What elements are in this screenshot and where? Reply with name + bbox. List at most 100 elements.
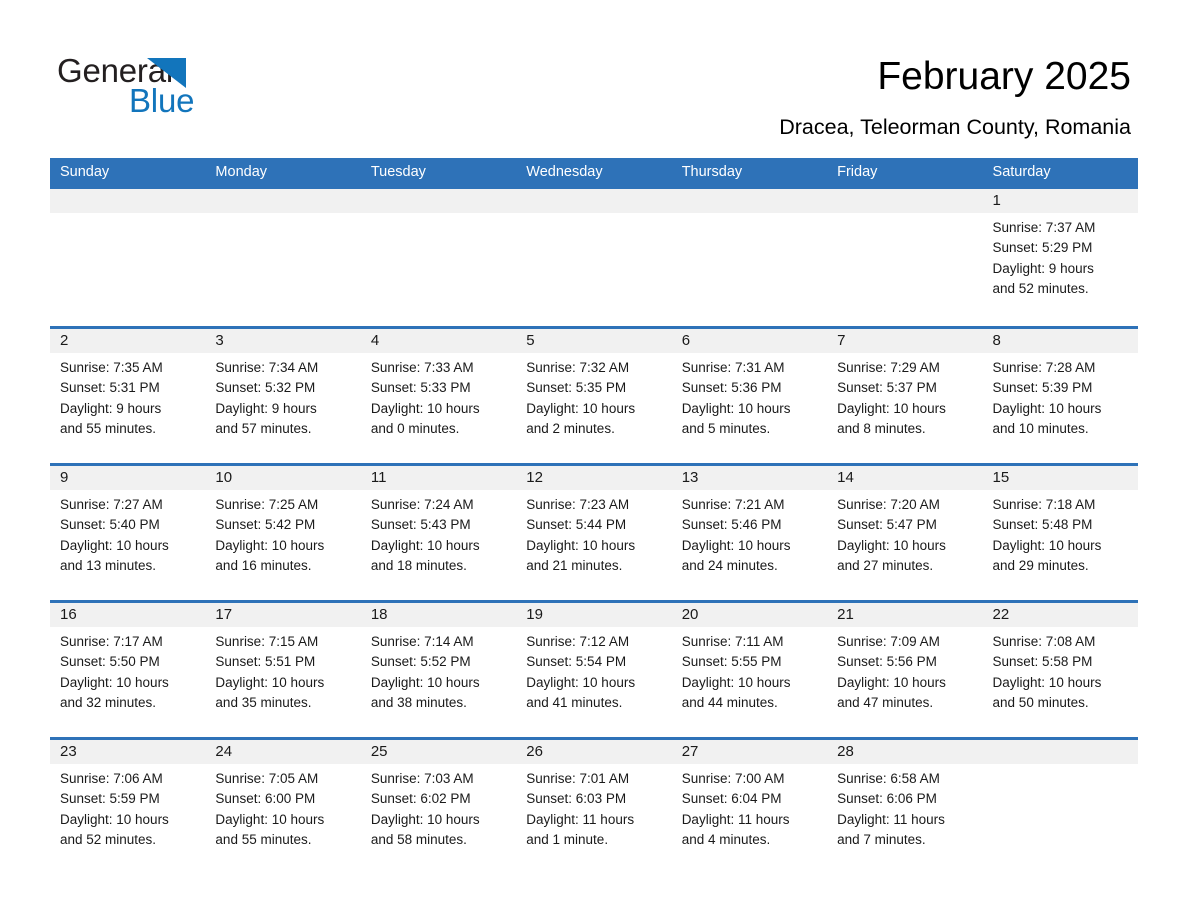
day-cell[interactable]: 8 Sunrise: 7:28 AM Sunset: 5:39 PM Dayli… [982,329,1138,463]
sunrise-text: Sunrise: 7:15 AM [215,634,319,649]
day-number-band: 24 [205,740,361,764]
day-cell[interactable]: 10 Sunrise: 7:25 AM Sunset: 5:42 PM Dayl… [205,466,361,600]
calendar-page: General Blue February 2025 Dracea, Teleo… [0,0,1188,918]
page-header: General Blue February 2025 Dracea, Teleo… [0,0,1188,158]
weekday-header-thursday: Thursday [681,164,743,180]
calendar-week-row: 1 Sunrise: 7:37 AM Sunset: 5:29 PM Dayli… [50,186,1138,326]
weekday-header-row: Sunday Monday Tuesday Wednesday Thursday… [50,158,1138,186]
day-cell[interactable]: 12 Sunrise: 7:23 AM Sunset: 5:44 PM Dayl… [516,466,672,600]
sunrise-text: Sunrise: 7:08 AM [992,634,1096,649]
day-cell[interactable]: 22 Sunrise: 7:08 AM Sunset: 5:58 PM Dayl… [982,603,1138,737]
weekday-header-wednesday: Wednesday [526,164,603,180]
day-cell[interactable]: 14 Sunrise: 7:20 AM Sunset: 5:47 PM Dayl… [827,466,983,600]
sunrise-text: Sunrise: 7:28 AM [992,360,1096,375]
day-cell[interactable]: 7 Sunrise: 7:29 AM Sunset: 5:37 PM Dayli… [827,329,983,463]
day-number: 8 [992,332,1001,349]
daylight-text-line1: Daylight: 10 hours [526,400,636,416]
calendar-week-row: 9 Sunrise: 7:27 AM Sunset: 5:40 PM Dayli… [50,463,1138,600]
sunset-text: Sunset: 5:48 PM [992,517,1093,533]
day-cell[interactable]: 28 Sunrise: 6:58 AM Sunset: 6:06 PM Dayl… [827,740,983,874]
daylight-text-line2: and 16 minutes. [215,557,312,573]
daylight-text-line1: Daylight: 10 hours [60,674,169,690]
day-cell[interactable]: 25 Sunrise: 7:03 AM Sunset: 6:02 PM Dayl… [360,740,517,874]
day-cell-empty [982,740,1138,874]
day-cell[interactable]: 15 Sunrise: 7:18 AM Sunset: 5:48 PM Dayl… [982,466,1138,600]
day-cell[interactable]: 3 Sunrise: 7:34 AM Sunset: 5:32 PM Dayli… [205,329,361,463]
day-cell[interactable]: 18 Sunrise: 7:14 AM Sunset: 5:52 PM Dayl… [360,603,517,737]
weekday-header-monday: Monday [215,164,268,180]
sunrise-text: Sunrise: 7:05 AM [215,771,319,786]
daylight-text-line2: and 13 minutes. [60,557,157,573]
sunset-text: Sunset: 5:54 PM [526,654,627,670]
daylight-text-line1: Daylight: 11 hours [526,811,635,827]
daylight-text-line2: and 38 minutes. [370,694,467,710]
day-details: Sunrise: 7:17 AM Sunset: 5:50 PM Dayligh… [50,627,205,713]
day-number-band: 23 [50,740,206,764]
sunset-text: Sunset: 5:56 PM [837,654,937,670]
day-number-band: 2 [50,329,206,353]
daylight-text-line2: and 41 minutes. [526,694,623,710]
day-details: Sunrise: 7:25 AM Sunset: 5:42 PM Dayligh… [205,490,360,576]
day-cell[interactable]: 1 Sunrise: 7:37 AM Sunset: 5:29 PM Dayli… [982,189,1138,326]
day-cell[interactable]: 26 Sunrise: 7:01 AM Sunset: 6:03 PM Dayl… [516,740,672,874]
day-cell[interactable]: 6 Sunrise: 7:31 AM Sunset: 5:36 PM Dayli… [671,329,828,463]
day-number-band: 18 [360,603,517,627]
sunrise-text: Sunrise: 7:24 AM [370,497,474,512]
sunrise-text: Sunrise: 7:06 AM [60,771,163,786]
day-number: 28 [837,743,854,760]
sunset-text: Sunset: 5:46 PM [681,517,782,533]
sunrise-text: Sunrise: 7:17 AM [60,634,163,649]
day-number-band [671,189,828,213]
day-number: 4 [370,332,380,349]
day-cell[interactable]: 5 Sunrise: 7:32 AM Sunset: 5:35 PM Dayli… [516,329,672,463]
day-number: 23 [60,743,77,760]
day-cell[interactable]: 19 Sunrise: 7:12 AM Sunset: 5:54 PM Dayl… [516,603,672,737]
day-cell-empty [50,189,206,326]
daylight-text-line2: and 0 minutes. [370,420,460,436]
day-cell[interactable]: 4 Sunrise: 7:33 AM Sunset: 5:33 PM Dayli… [360,329,517,463]
sunrise-text: Sunrise: 7:23 AM [526,497,630,512]
day-cell[interactable]: 13 Sunrise: 7:21 AM Sunset: 5:46 PM Dayl… [671,466,828,600]
day-cell[interactable]: 27 Sunrise: 7:00 AM Sunset: 6:04 PM Dayl… [671,740,828,874]
day-number-band: 21 [827,603,983,627]
day-details: Sunrise: 7:15 AM Sunset: 5:51 PM Dayligh… [205,627,360,713]
day-number-band [360,189,517,213]
sunset-text: Sunset: 5:43 PM [370,517,471,533]
day-cell[interactable]: 20 Sunrise: 7:11 AM Sunset: 5:55 PM Dayl… [671,603,828,737]
day-cell[interactable]: 16 Sunrise: 7:17 AM Sunset: 5:50 PM Dayl… [50,603,206,737]
day-cell[interactable]: 2 Sunrise: 7:35 AM Sunset: 5:31 PM Dayli… [50,329,206,463]
generalblue-logo[interactable]: General Blue [57,52,257,130]
daylight-text-line1: Daylight: 10 hours [215,811,325,827]
sunset-text: Sunset: 5:37 PM [837,380,937,396]
day-details: Sunrise: 6:58 AM Sunset: 6:06 PM Dayligh… [827,764,982,850]
day-cell[interactable]: 17 Sunrise: 7:15 AM Sunset: 5:51 PM Dayl… [205,603,361,737]
day-number-band: 22 [982,603,1138,627]
page-title: February 2025 [877,55,1131,98]
day-number-band: 11 [360,466,517,490]
day-number: 24 [215,743,233,760]
daylight-text-line1: Daylight: 10 hours [60,537,169,553]
sunset-text: Sunset: 6:02 PM [370,791,471,807]
weekday-header-friday: Friday [837,164,878,180]
sunrise-text: Sunrise: 7:31 AM [681,360,785,375]
day-details: Sunrise: 7:32 AM Sunset: 5:35 PM Dayligh… [516,353,671,439]
day-number: 6 [681,332,691,349]
daylight-text-line1: Daylight: 10 hours [526,537,636,553]
day-cell[interactable]: 23 Sunrise: 7:06 AM Sunset: 5:59 PM Dayl… [50,740,206,874]
sunset-text: Sunset: 6:00 PM [215,791,316,807]
sunset-text: Sunset: 5:31 PM [60,380,160,396]
sunrise-text: Sunrise: 7:35 AM [60,360,163,375]
sunset-text: Sunset: 5:55 PM [681,654,782,670]
daylight-text-line2: and 7 minutes. [837,831,926,847]
day-number: 22 [992,606,1010,623]
weekday-header-tuesday: Tuesday [370,164,426,180]
day-number-band: 12 [516,466,672,490]
day-cell-empty [516,189,672,326]
day-cell[interactable]: 9 Sunrise: 7:27 AM Sunset: 5:40 PM Dayli… [50,466,206,600]
day-cell[interactable]: 11 Sunrise: 7:24 AM Sunset: 5:43 PM Dayl… [360,466,517,600]
day-cell-empty [827,189,983,326]
day-number-band [50,189,206,213]
day-cell[interactable]: 24 Sunrise: 7:05 AM Sunset: 6:00 PM Dayl… [205,740,361,874]
day-cell[interactable]: 21 Sunrise: 7:09 AM Sunset: 5:56 PM Dayl… [827,603,983,737]
daylight-text-line2: and 8 minutes. [837,420,926,436]
